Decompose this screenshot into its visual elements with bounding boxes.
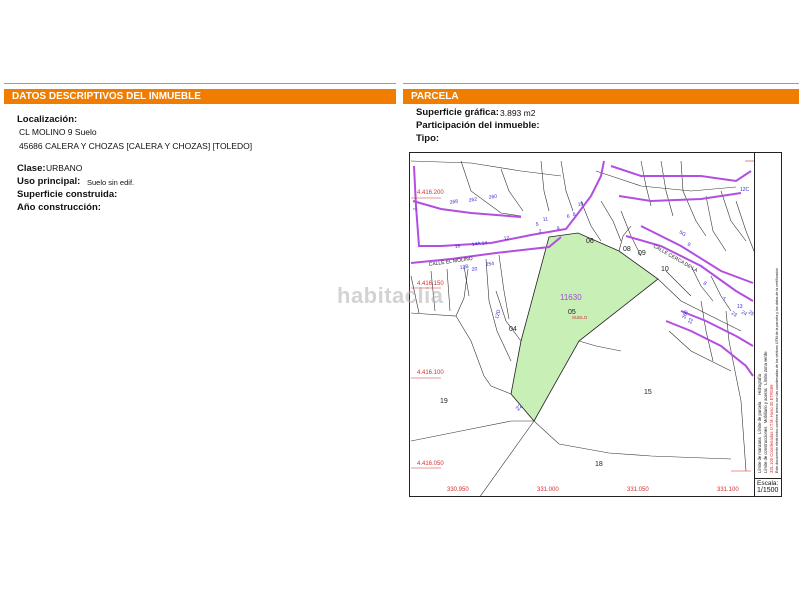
uso-principal-label: Uso principal:	[17, 176, 81, 187]
clase-value: URBANO	[46, 163, 83, 173]
house-number: 23	[730, 311, 738, 319]
legend-coordinates-note: 331.100 Coordenadas U.T.M. Huso 30 ETRS8…	[769, 384, 774, 473]
descriptive-data-header: DATOS DESCRIPTIVOS DEL INMUEBLE	[4, 83, 396, 105]
street-name-cerca: CALLE CERCA DE LA	[652, 244, 699, 275]
legend-item: Hidrografía	[757, 374, 762, 395]
easting-label: 331.100	[717, 487, 739, 493]
house-number: 16	[454, 243, 461, 250]
clase-label: Clase:	[17, 163, 46, 174]
plot-number-10: 10	[661, 266, 669, 273]
legend-items-col2: Límite de construcciones Mobiliario y ac…	[763, 351, 768, 473]
plot-number-18: 18	[595, 461, 603, 468]
easting-label: 331.050	[627, 487, 649, 493]
scale-value: 1/1500	[757, 487, 779, 494]
localizacion-line2: 45686 CALERA Y CHOZAS [CALERA Y CHOZAS] …	[19, 141, 253, 151]
localizacion-line1: CL MOLINO 9 Suelo	[19, 127, 97, 137]
house-number: 12C	[740, 187, 750, 193]
plot-number-04: 04	[509, 326, 517, 333]
map-legend: Límite de manzana Límite de parcela Hidr…	[754, 152, 782, 479]
northing-label: 4.416.050	[417, 461, 444, 467]
legend-item: Límite de manzana	[757, 437, 762, 473]
house-number: 22	[687, 317, 695, 324]
scale-label: Escala:	[757, 480, 779, 487]
house-number: 7	[723, 297, 726, 303]
house-number: 9	[686, 242, 692, 249]
house-number: 10	[577, 201, 584, 208]
house-number: 262	[468, 197, 477, 204]
house-number: 14A	[471, 241, 481, 248]
house-number: 12	[503, 235, 510, 242]
legend-item: Límite zona verde	[763, 351, 768, 385]
northing-label: 4.416.100	[417, 370, 444, 376]
superficie-construida-label: Superficie construida:	[17, 189, 118, 200]
house-number: 268	[449, 199, 458, 206]
house-number: 254	[485, 261, 494, 268]
easting-label: 330.950	[447, 487, 469, 493]
map-scale: Escala: 1/1500	[754, 478, 782, 497]
house-number: 2	[538, 229, 542, 235]
house-number: 20	[471, 266, 478, 273]
house-number: 260	[488, 194, 497, 201]
house-number: 9	[556, 226, 560, 232]
parcela-header: PARCELA	[403, 83, 799, 105]
house-number: 5G	[678, 230, 687, 239]
habitaclia-watermark: habitaclia	[337, 283, 444, 308]
superficie-grafica-value: 3.893 m2	[500, 108, 536, 118]
parcel-reference: 11630	[560, 293, 582, 302]
participacion-label: Participación del inmueble:	[416, 120, 540, 131]
legend-item: Mobiliario y aceras	[763, 388, 768, 424]
easting-label: 331.000	[537, 487, 559, 493]
parcel-tag: SUELO	[572, 315, 588, 320]
house-number: 12D	[494, 309, 502, 320]
house-number: 8	[702, 281, 708, 288]
localizacion-label: Localización:	[17, 114, 78, 125]
plot-number-09: 09	[638, 250, 646, 257]
cadastral-map: 04 06 08 09 10 15 18 19 22 11630 05 SUEL…	[409, 152, 782, 497]
tipo-label: Tipo:	[416, 133, 440, 144]
highlighted-parcel	[510, 232, 659, 422]
house-number: 5	[535, 222, 539, 228]
anio-construccion-label: Año construcción:	[17, 202, 101, 213]
legend-certification-note: Este documento electrónico contiene anex…	[775, 267, 779, 473]
plot-number-15: 15	[644, 389, 652, 396]
plot-number-19: 19	[440, 398, 448, 405]
legend-items-col1: Límite de manzana Límite de parcela Hidr…	[757, 374, 762, 473]
house-number: 11	[542, 216, 548, 223]
house-number: 12B	[459, 264, 469, 271]
house-number: 13	[737, 304, 743, 310]
legend-item: Límite de parcela	[757, 401, 762, 434]
house-number: 6	[566, 214, 570, 220]
uso-principal-value: Suelo sin edif.	[87, 178, 135, 187]
parcela-title: PARCELA	[403, 89, 799, 104]
superficie-grafica-label: Superficie gráfica:	[416, 107, 499, 118]
plot-number-06: 06	[586, 238, 594, 245]
house-number: 14	[481, 240, 488, 247]
descriptive-data-title: DATOS DESCRIPTIVOS DEL INMUEBLE	[4, 89, 396, 104]
northing-label: 4.416.200	[417, 190, 444, 196]
legend-item: Límite de construcciones	[763, 426, 768, 473]
plot-number-08: 08	[623, 246, 631, 253]
cadastral-map-drawing: 04 06 08 09 10 15 18 19 22 11630 05 SUEL…	[410, 160, 755, 496]
